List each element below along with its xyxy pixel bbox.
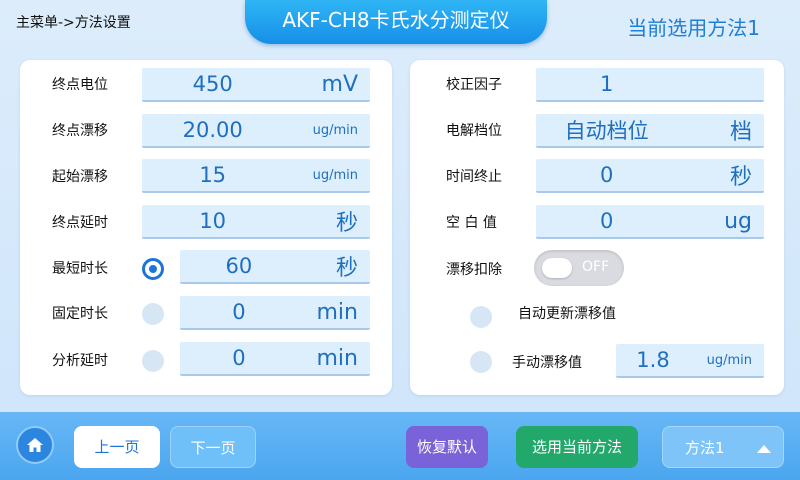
manual-drift-label: 手动漂移值 [512,355,582,371]
correction-factor-value: 1 [599,72,614,96]
fixed-duration-radio[interactable] [142,303,164,325]
manual-drift-field[interactable]: 1.8 ug/min [616,344,764,378]
endpoint-delay-value: 10 [199,209,227,233]
time-stop-label: 时间终止 [446,169,502,185]
endpoint-potential-value: 450 [192,72,233,96]
min-duration-label: 最短时长 [52,261,108,277]
start-drift-unit: ug/min [312,167,358,183]
endpoint-drift-value: 20.00 [182,118,243,142]
analysis-delay-radio[interactable] [142,350,164,372]
correction-factor-label: 校正因子 [446,77,502,93]
page-title: AKF-CH8卡氏水分测定仪 [245,0,547,44]
analysis-delay-label: 分析延时 [52,353,108,369]
electrolysis-level-field[interactable]: 自动档位 档 [536,114,764,148]
blank-value-field[interactable]: 0 ug [536,205,764,239]
restore-default-button[interactable]: 恢复默认 [406,426,488,468]
endpoint-delay-field[interactable]: 10 秒 [142,205,370,239]
start-drift-label: 起始漂移 [52,169,108,185]
endpoint-potential-label: 终点电位 [52,77,108,93]
time-stop-value: 0 [599,163,614,187]
blank-value-label: 空 白 值 [446,215,497,231]
drift-deduct-toggle-text: OFF [582,259,610,275]
endpoint-drift-label: 终点漂移 [52,123,108,139]
use-current-method-button[interactable]: 选用当前方法 [516,426,638,468]
left-settings-panel: 终点电位 450 mV 终点漂移 20.00 ug/min 起始漂移 15 ug… [20,60,392,395]
auto-update-drift-radio[interactable] [470,306,492,328]
min-duration-radio[interactable] [142,258,164,280]
endpoint-potential-field[interactable]: 450 mV [142,68,370,102]
manual-drift-unit: ug/min [706,352,752,368]
blank-value-unit: ug [724,208,752,234]
start-drift-value: 15 [199,163,227,187]
electrolysis-level-value: 自动档位 [564,119,649,143]
drift-deduct-toggle[interactable]: OFF [534,250,624,286]
analysis-delay-field[interactable]: 0 min [180,342,370,376]
method-select-button[interactable]: 方法1 [662,426,784,468]
start-drift-field[interactable]: 15 ug/min [142,159,370,193]
fixed-duration-label: 固定时长 [52,306,108,322]
endpoint-potential-unit: mV [321,71,358,97]
manual-drift-value: 1.8 [636,348,670,372]
prev-page-button[interactable]: 上一页 [74,426,160,468]
fixed-duration-field[interactable]: 0 min [180,296,370,330]
fixed-duration-value: 0 [232,300,246,324]
triangle-up-icon [757,445,771,453]
blank-value-value: 0 [599,209,614,233]
time-stop-field[interactable]: 0 秒 [536,159,764,193]
analysis-delay-value: 0 [232,346,246,370]
home-button[interactable] [16,426,54,464]
next-page-button[interactable]: 下一页 [170,426,256,468]
electrolysis-level-unit: 档 [729,120,752,145]
endpoint-delay-unit: 秒 [335,211,358,236]
min-duration-unit: 秒 [335,256,358,281]
current-method-label: 当前选用方法1 [627,16,760,40]
manual-drift-radio[interactable] [470,351,492,373]
fixed-duration-unit: min [316,299,359,325]
bottom-toolbar: 上一页 下一页 恢复默认 选用当前方法 方法1 [0,412,800,480]
method-select-label: 方法1 [685,439,725,457]
min-duration-value: 60 [225,254,253,278]
analysis-delay-unit: min [316,345,359,371]
right-settings-panel: 校正因子 1 电解档位 自动档位 档 时间终止 0 秒 空 白 值 0 ug 漂… [410,60,784,395]
breadcrumb: 主菜单->方法设置 [16,15,131,31]
drift-deduct-label: 漂移扣除 [446,262,502,278]
time-stop-unit: 秒 [729,165,752,190]
electrolysis-level-label: 电解档位 [446,123,502,139]
home-icon [27,438,43,452]
toggle-knob [542,258,572,278]
endpoint-delay-label: 终点延时 [52,215,108,231]
min-duration-field[interactable]: 60 秒 [180,250,370,284]
endpoint-drift-field[interactable]: 20.00 ug/min [142,114,370,148]
correction-factor-field[interactable]: 1 [536,68,764,102]
auto-update-drift-label: 自动更新漂移值 [518,306,616,322]
endpoint-drift-unit: ug/min [312,122,358,138]
